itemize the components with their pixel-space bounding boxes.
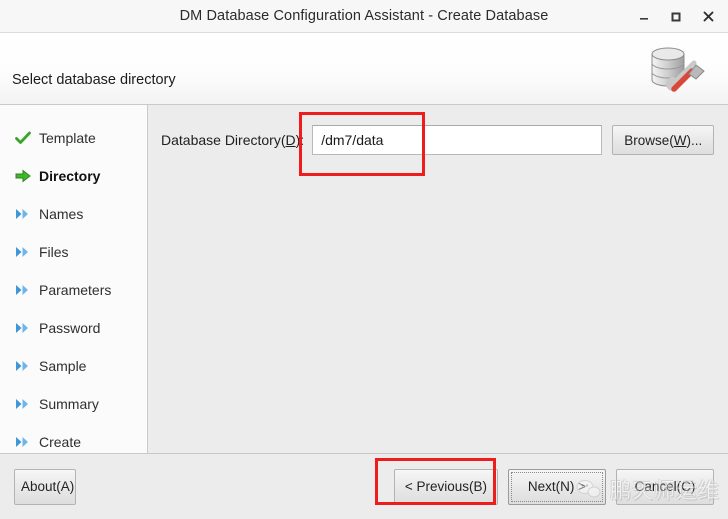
check-icon — [14, 130, 32, 146]
next-button[interactable]: Next(N) > — [508, 468, 606, 505]
wizard-footer: About(A) < Previous(B) Next(N) > Cancel(… — [0, 453, 728, 519]
sidebar-item-label: Password — [39, 320, 101, 336]
sidebar-item-label: Template — [39, 130, 96, 146]
maximize-icon[interactable] — [660, 0, 692, 33]
sidebar-item-password[interactable]: Password — [0, 309, 147, 347]
database-directory-row: Database Directory(D): Browse(W)... — [148, 123, 728, 157]
sidebar-item-label: Names — [39, 206, 84, 222]
sidebar-item-label: Create — [39, 434, 82, 450]
sidebar-item-label: Sample — [39, 358, 87, 374]
double-chevron-icon — [14, 320, 32, 336]
double-chevron-icon — [14, 282, 32, 298]
sidebar-item-label: Directory — [39, 168, 101, 184]
sidebar-item-parameters[interactable]: Parameters — [0, 271, 147, 309]
sidebar-item-template[interactable]: Template — [0, 119, 147, 157]
database-directory-label: Database Directory(D): — [161, 132, 305, 148]
double-chevron-icon — [14, 434, 32, 450]
sidebar-item-sample[interactable]: Sample — [0, 347, 147, 385]
sidebar-item-directory[interactable]: Directory — [0, 157, 147, 195]
arrow-right-icon — [14, 168, 32, 184]
double-chevron-icon — [14, 244, 32, 260]
sidebar-item-summary[interactable]: Summary — [0, 385, 147, 423]
sidebar-item-files[interactable]: Files — [0, 233, 147, 271]
window-title: DM Database Configuration Assistant - Cr… — [179, 8, 549, 24]
double-chevron-icon — [14, 206, 32, 222]
dm-dbca-window: DM Database Configuration Assistant - Cr… — [0, 0, 728, 519]
wizard-content: Database Directory(D): Browse(W)... — [148, 105, 728, 453]
previous-button[interactable]: < Previous(B) — [393, 468, 498, 505]
title-bar: DM Database Configuration Assistant - Cr… — [0, 0, 728, 33]
wizard-steps-sidebar: Template Directory Names Files Parameter… — [0, 105, 148, 453]
database-tools-icon — [638, 39, 716, 101]
sidebar-item-label: Parameters — [39, 282, 112, 298]
database-directory-input[interactable] — [312, 125, 603, 155]
double-chevron-icon — [14, 358, 32, 374]
about-button[interactable]: About(A) — [14, 468, 76, 505]
page-title: Select database directory — [12, 71, 176, 88]
sidebar-item-create[interactable]: Create — [0, 423, 147, 453]
cancel-button[interactable]: Cancel(C) — [616, 468, 714, 505]
browse-button[interactable]: Browse(W)... — [612, 125, 715, 155]
footer-nav-buttons: < Previous(B) Next(N) > Cancel(C) — [393, 468, 714, 505]
wizard-body: Template Directory Names Files Parameter… — [0, 105, 728, 453]
sidebar-item-label: Summary — [39, 396, 99, 412]
sidebar-item-label: Files — [39, 244, 69, 260]
minimize-icon[interactable] — [628, 0, 660, 33]
close-icon[interactable] — [692, 0, 724, 33]
window-controls — [628, 0, 724, 33]
wizard-header: Select database directory — [0, 33, 728, 105]
sidebar-item-names[interactable]: Names — [0, 195, 147, 233]
double-chevron-icon — [14, 396, 32, 412]
